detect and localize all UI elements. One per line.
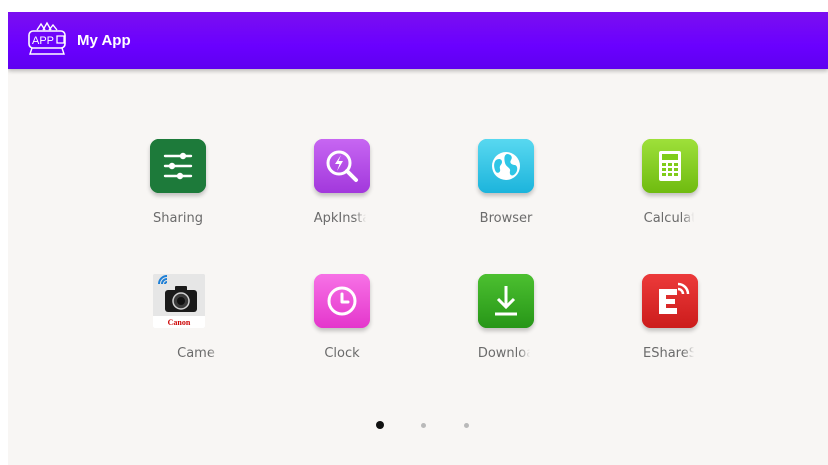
app-tile-camera[interactable]: Canon Came	[123, 274, 233, 374]
app-tile-apkinstaller[interactable]: ApkInsta	[287, 139, 397, 239]
camera-brand-text: Canon	[168, 318, 191, 327]
app-tile-clock[interactable]: Clock	[287, 274, 397, 374]
page-indicator-3[interactable]	[464, 423, 469, 428]
app-label: ApkInsta	[313, 211, 371, 226]
download-icon	[478, 274, 534, 328]
app-label: Clock	[324, 346, 360, 361]
globe-icon	[478, 139, 534, 193]
eshare-icon	[642, 274, 698, 328]
page-indicator-2[interactable]	[421, 423, 426, 428]
app-tile-browser[interactable]: Browser	[451, 139, 561, 239]
app-label: Downloa	[477, 346, 535, 361]
app-label: EShareS	[643, 346, 697, 361]
calculator-icon	[642, 139, 698, 193]
app-title: My App	[77, 32, 131, 49]
clock-icon	[314, 274, 370, 328]
app-tile-eshare[interactable]: EShareS	[615, 274, 725, 374]
logo-text: APP	[32, 35, 54, 47]
sliders-icon	[150, 139, 206, 193]
search-bolt-icon	[314, 139, 370, 193]
app-label: Browser	[479, 211, 533, 226]
app-label: Came	[177, 346, 215, 361]
app-tile-calculator[interactable]: Calculat	[615, 139, 725, 239]
launcher-screen: APP My App Sharing ApkInsta Browser Calc…	[8, 12, 828, 465]
app-tile-downloads[interactable]: Downloa	[451, 274, 561, 374]
page-indicator-1[interactable]	[376, 421, 384, 429]
app-label: Sharing	[153, 211, 203, 226]
app-bar: APP My App	[8, 12, 828, 69]
app-logo-icon: APP	[28, 21, 66, 55]
app-tile-sharing[interactable]: Sharing	[123, 139, 233, 239]
app-label: Calculat	[643, 211, 697, 226]
camera-icon: Canon	[153, 274, 205, 328]
